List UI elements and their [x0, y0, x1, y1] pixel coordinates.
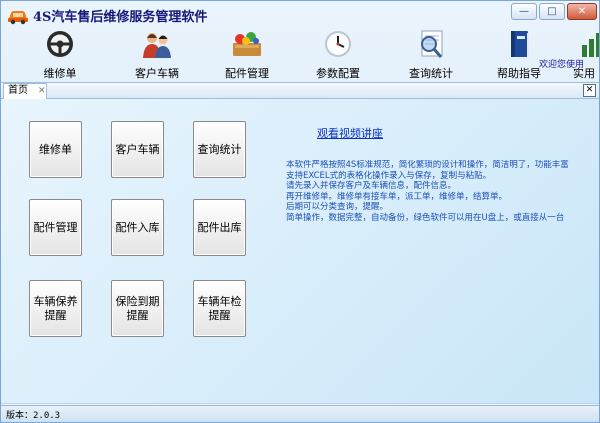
pane-close-button[interactable]: ✕	[583, 84, 596, 97]
app-title: 4S汽车售后维修服务管理软件	[33, 10, 208, 25]
toolbar-label: 帮助指导	[497, 67, 541, 80]
toolbar-label: 维修单	[43, 67, 77, 80]
home-panel: 维修单 客户车辆 查询统计 配件管理 配件入库 配件出库 车辆保养提醒 保险到期…	[1, 99, 599, 411]
description-line: 简单操作，数据完整，自动备份，绿色软件可以用在U盘上，或直接从一台	[286, 212, 565, 223]
steering-wheel-icon	[47, 31, 73, 57]
parts-icon	[233, 32, 261, 56]
minimize-button[interactable]: —	[511, 3, 537, 20]
description-line: 再开维修单。维修单有接车单，派工单，维修单，结算单。	[286, 191, 508, 202]
description-line: 本软件严格按照4S标准规范，简化繁琐的设计和操作，简洁明了，功能丰富	[286, 160, 569, 170]
title-bar: 4S汽车售后维修服务管理软件 — □ ✕	[1, 1, 599, 29]
parts-management-button[interactable]: 配件管理	[29, 199, 82, 256]
magnifier-icon	[421, 30, 443, 58]
toolbar-parameter-config[interactable]: 参数配置	[313, 29, 363, 83]
toolbar-parts-management[interactable]: 配件管理	[222, 29, 272, 83]
annual-inspection-reminder-button[interactable]: 车辆年检提醒	[193, 280, 246, 337]
app-window: 4S汽车售后维修服务管理软件 — □ ✕ 维修单 客户车辆 配件管理 参数配置 …	[0, 0, 600, 423]
toolbar-utilities[interactable]: 实用	[569, 29, 599, 83]
toolbar-label: 参数配置	[316, 67, 360, 80]
description-line: 请先录入并保存客户及车辆信息，配件信息。	[286, 181, 457, 192]
main-toolbar: 维修单 客户车辆 配件管理 参数配置 查询统计 帮助指导 实用 欢迎您使用	[1, 29, 599, 83]
close-window-button[interactable]: ✕	[567, 3, 597, 20]
maintenance-reminder-button[interactable]: 车辆保养提醒	[29, 280, 82, 337]
insurance-expiry-reminder-button[interactable]: 保险到期提醒	[111, 280, 164, 337]
toolbar-label: 配件管理	[225, 67, 269, 80]
parts-inbound-button[interactable]: 配件入库	[111, 199, 164, 256]
welcome-text: 欢迎您使用	[539, 60, 585, 70]
customers-icon	[143, 33, 171, 58]
query-statistics-button[interactable]: 查询统计	[193, 121, 246, 178]
description-line: 后期可以分类查询，提醒。	[286, 202, 389, 213]
tab-home-label: 首页	[8, 85, 28, 96]
clock-icon	[325, 31, 351, 57]
book-icon	[511, 31, 529, 57]
status-bar: 版本：2.0.3	[1, 405, 599, 422]
customer-vehicle-button[interactable]: 客户车辆	[111, 121, 164, 178]
tab-close-icon[interactable]: ✕	[38, 84, 46, 98]
video-tutorial-link[interactable]: 观看视频讲座	[317, 125, 383, 141]
maximize-button[interactable]: □	[539, 3, 565, 20]
toolbar-customer-vehicle[interactable]: 客户车辆	[131, 29, 183, 83]
toolbar-query-statistics[interactable]: 查询统计	[406, 29, 456, 83]
description-text: 本软件严格按照4S标准规范，简化繁琐的设计和操作，简洁明了，功能丰富 支持EXC…	[286, 160, 599, 224]
tab-bar: 首页 ✕ ✕	[1, 82, 599, 99]
toolbar-repair-order[interactable]: 维修单	[37, 29, 83, 83]
repair-order-button[interactable]: 维修单	[29, 121, 82, 178]
tab-home[interactable]: 首页 ✕	[3, 83, 47, 99]
chart-icon	[582, 33, 599, 57]
version-label: 版本：2.0.3	[6, 411, 61, 421]
toolbar-label: 查询统计	[409, 67, 453, 80]
toolbar-label: 客户车辆	[135, 67, 179, 80]
toolbar-help-guide[interactable]: 帮助指导	[495, 29, 543, 83]
description-line: 支持EXCEL式的表格化操作录入与保存，复制与粘贴。	[286, 170, 492, 181]
parts-outbound-button[interactable]: 配件出库	[193, 199, 246, 256]
car-logo-icon	[8, 11, 28, 25]
